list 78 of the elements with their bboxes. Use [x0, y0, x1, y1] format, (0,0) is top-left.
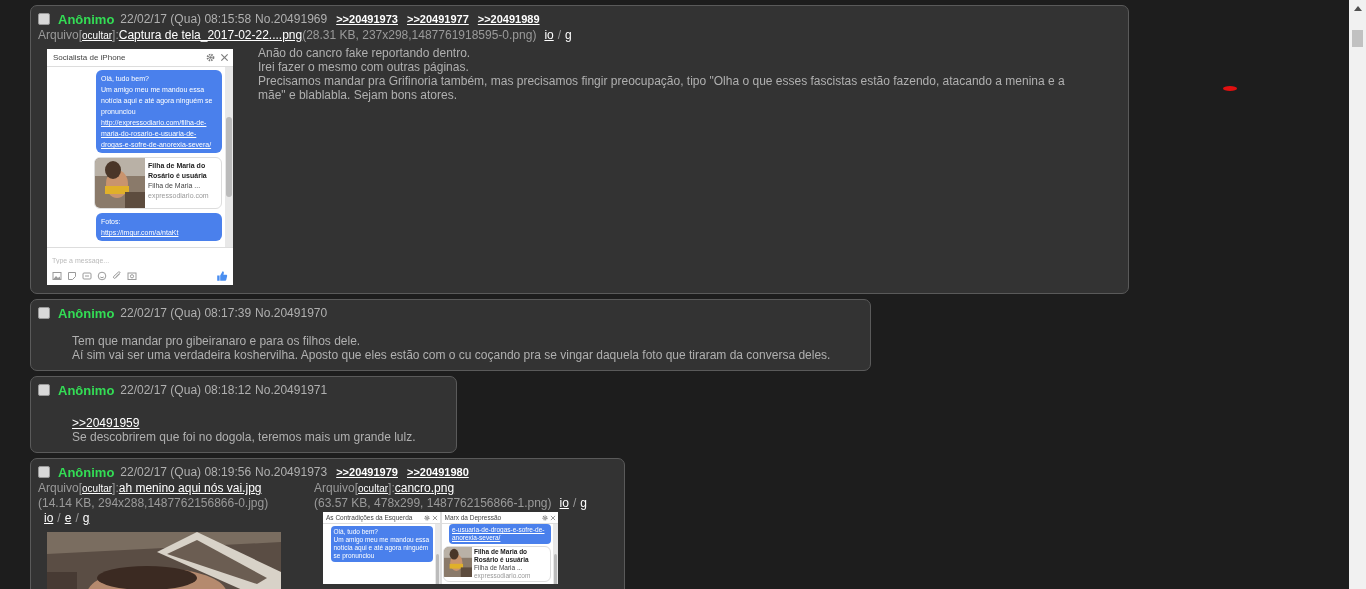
file-label: Arquivo: [38, 481, 79, 495]
search-link[interactable]: io: [44, 511, 54, 525]
scrollbar[interactable]: [434, 524, 440, 584]
camera-icon[interactable]: [127, 271, 137, 281]
reply-link[interactable]: >>20491977: [406, 13, 469, 25]
hide-link[interactable]: ocultar: [358, 483, 389, 494]
poster-name: Anônimo: [58, 382, 115, 398]
post-text: Anão do cancro fake reportando dentro.: [258, 46, 472, 60]
file-label: Arquivo: [314, 481, 355, 495]
search-link[interactable]: e: [64, 511, 72, 525]
bracket: ]:: [112, 481, 119, 495]
reply-link[interactable]: >>20491989: [477, 13, 540, 25]
file-name-link[interactable]: cancro.png: [394, 481, 455, 495]
page-scrollbar[interactable]: [1349, 0, 1366, 589]
close-icon[interactable]: [550, 514, 556, 521]
post-checkbox[interactable]: [38, 466, 50, 478]
file-details: (28.31 KB, 237x298,1487761918595-0.png): [302, 28, 537, 42]
scrollbar[interactable]: [225, 67, 233, 247]
file-label: Arquivo: [38, 28, 79, 42]
search-link[interactable]: io: [544, 28, 554, 42]
separator: /: [572, 496, 577, 510]
file-name-link[interactable]: ah menino aqui nós vai.jpg: [118, 481, 262, 495]
post-text: Irei fazer o mesmo com outras páginas.: [258, 60, 470, 74]
search-link[interactable]: g: [580, 496, 587, 510]
post-date: 22/02/17 (Qua) 08:18:12: [120, 383, 252, 397]
image-icon[interactable]: [52, 271, 62, 281]
post-date: 22/02/17 (Qua) 08:15:58: [120, 12, 252, 26]
post-text: Se descobrirem que foi no dogola, teremos mais um grande lulz.: [72, 430, 416, 444]
post-date: 22/02/17 (Qua) 08:19:56: [120, 465, 252, 479]
hide-link[interactable]: ocultar: [82, 483, 113, 494]
hide-link[interactable]: ocultar: [82, 30, 113, 41]
settings-icon[interactable]: [206, 53, 215, 62]
quote-link[interactable]: >>20491959: [72, 416, 416, 430]
file-details: (14.14 KB, 294x288,1487762156866-0.jpg): [38, 496, 269, 511]
separator: /: [75, 511, 79, 525]
post-text: Aí sim vai ser uma verdadeira koshervilha. Aposto que eles estão com o cu coçando pra se vingar daquela foto que tiraram da conversa deles.: [72, 348, 831, 362]
poster-name: Anônimo: [58, 11, 115, 27]
gif-icon[interactable]: [82, 271, 92, 281]
chat-title: Socialista de iPhone: [53, 53, 127, 62]
post-text: Precisamos mandar pra Grifinoria também, mas precisamos fingir preocupação, tipo "Olha o que esses fascistas estão fazendo, atacando a menina e a mãe" e blablabla. Sejam bons atores.: [258, 74, 1066, 102]
file-name-link[interactable]: Captura de tela_2017-02-22....png: [118, 28, 303, 42]
poster-name: Anônimo: [58, 305, 115, 321]
reply-link[interactable]: >>20491979: [336, 466, 398, 478]
post-date: 22/02/17 (Qua) 08:17:39: [120, 306, 252, 320]
post-text: Tem que mandar pro gibeiranaro e para os filhos dele.: [72, 334, 362, 348]
separator: /: [57, 511, 61, 525]
bracket: ]:: [388, 481, 395, 495]
bracket: [: [78, 28, 83, 42]
bracket: [: [78, 481, 83, 495]
post-checkbox[interactable]: [38, 307, 50, 319]
search-link[interactable]: g: [565, 28, 572, 42]
thumbs-up-icon[interactable]: [216, 270, 228, 282]
emoji-icon[interactable]: [97, 271, 107, 281]
post-number[interactable]: No.20491969: [255, 12, 328, 26]
poster-name: Anônimo: [58, 464, 115, 480]
scroll-thumb[interactable]: [1352, 30, 1363, 47]
post-number[interactable]: No.20491971: [255, 383, 328, 397]
search-link[interactable]: g: [82, 511, 90, 525]
bracket: ]:: [112, 28, 119, 42]
bracket: [: [354, 481, 359, 495]
post-checkbox[interactable]: [38, 13, 50, 25]
close-icon[interactable]: [431, 514, 438, 521]
scrollbar[interactable]: [553, 524, 558, 584]
file-details: (63.57 KB, 478x299, 1487762156866-1.png): [314, 496, 552, 511]
reply-link[interactable]: >>20491980: [406, 466, 469, 478]
separator: /: [557, 28, 562, 42]
settings-icon[interactable]: [542, 514, 548, 521]
paperclip-icon[interactable]: [112, 271, 122, 281]
post-number[interactable]: No.20491970: [255, 306, 328, 320]
post-checkbox[interactable]: [38, 384, 50, 396]
sticker-icon[interactable]: [67, 271, 77, 281]
stray-mark: [1223, 86, 1237, 91]
settings-icon[interactable]: [423, 514, 430, 521]
reply-link[interactable]: >>20491973: [336, 13, 398, 25]
close-icon[interactable]: [220, 53, 229, 62]
search-link[interactable]: io: [559, 496, 569, 510]
scroll-up-icon[interactable]: [1353, 6, 1362, 11]
post-number[interactable]: No.20491973: [255, 465, 328, 479]
